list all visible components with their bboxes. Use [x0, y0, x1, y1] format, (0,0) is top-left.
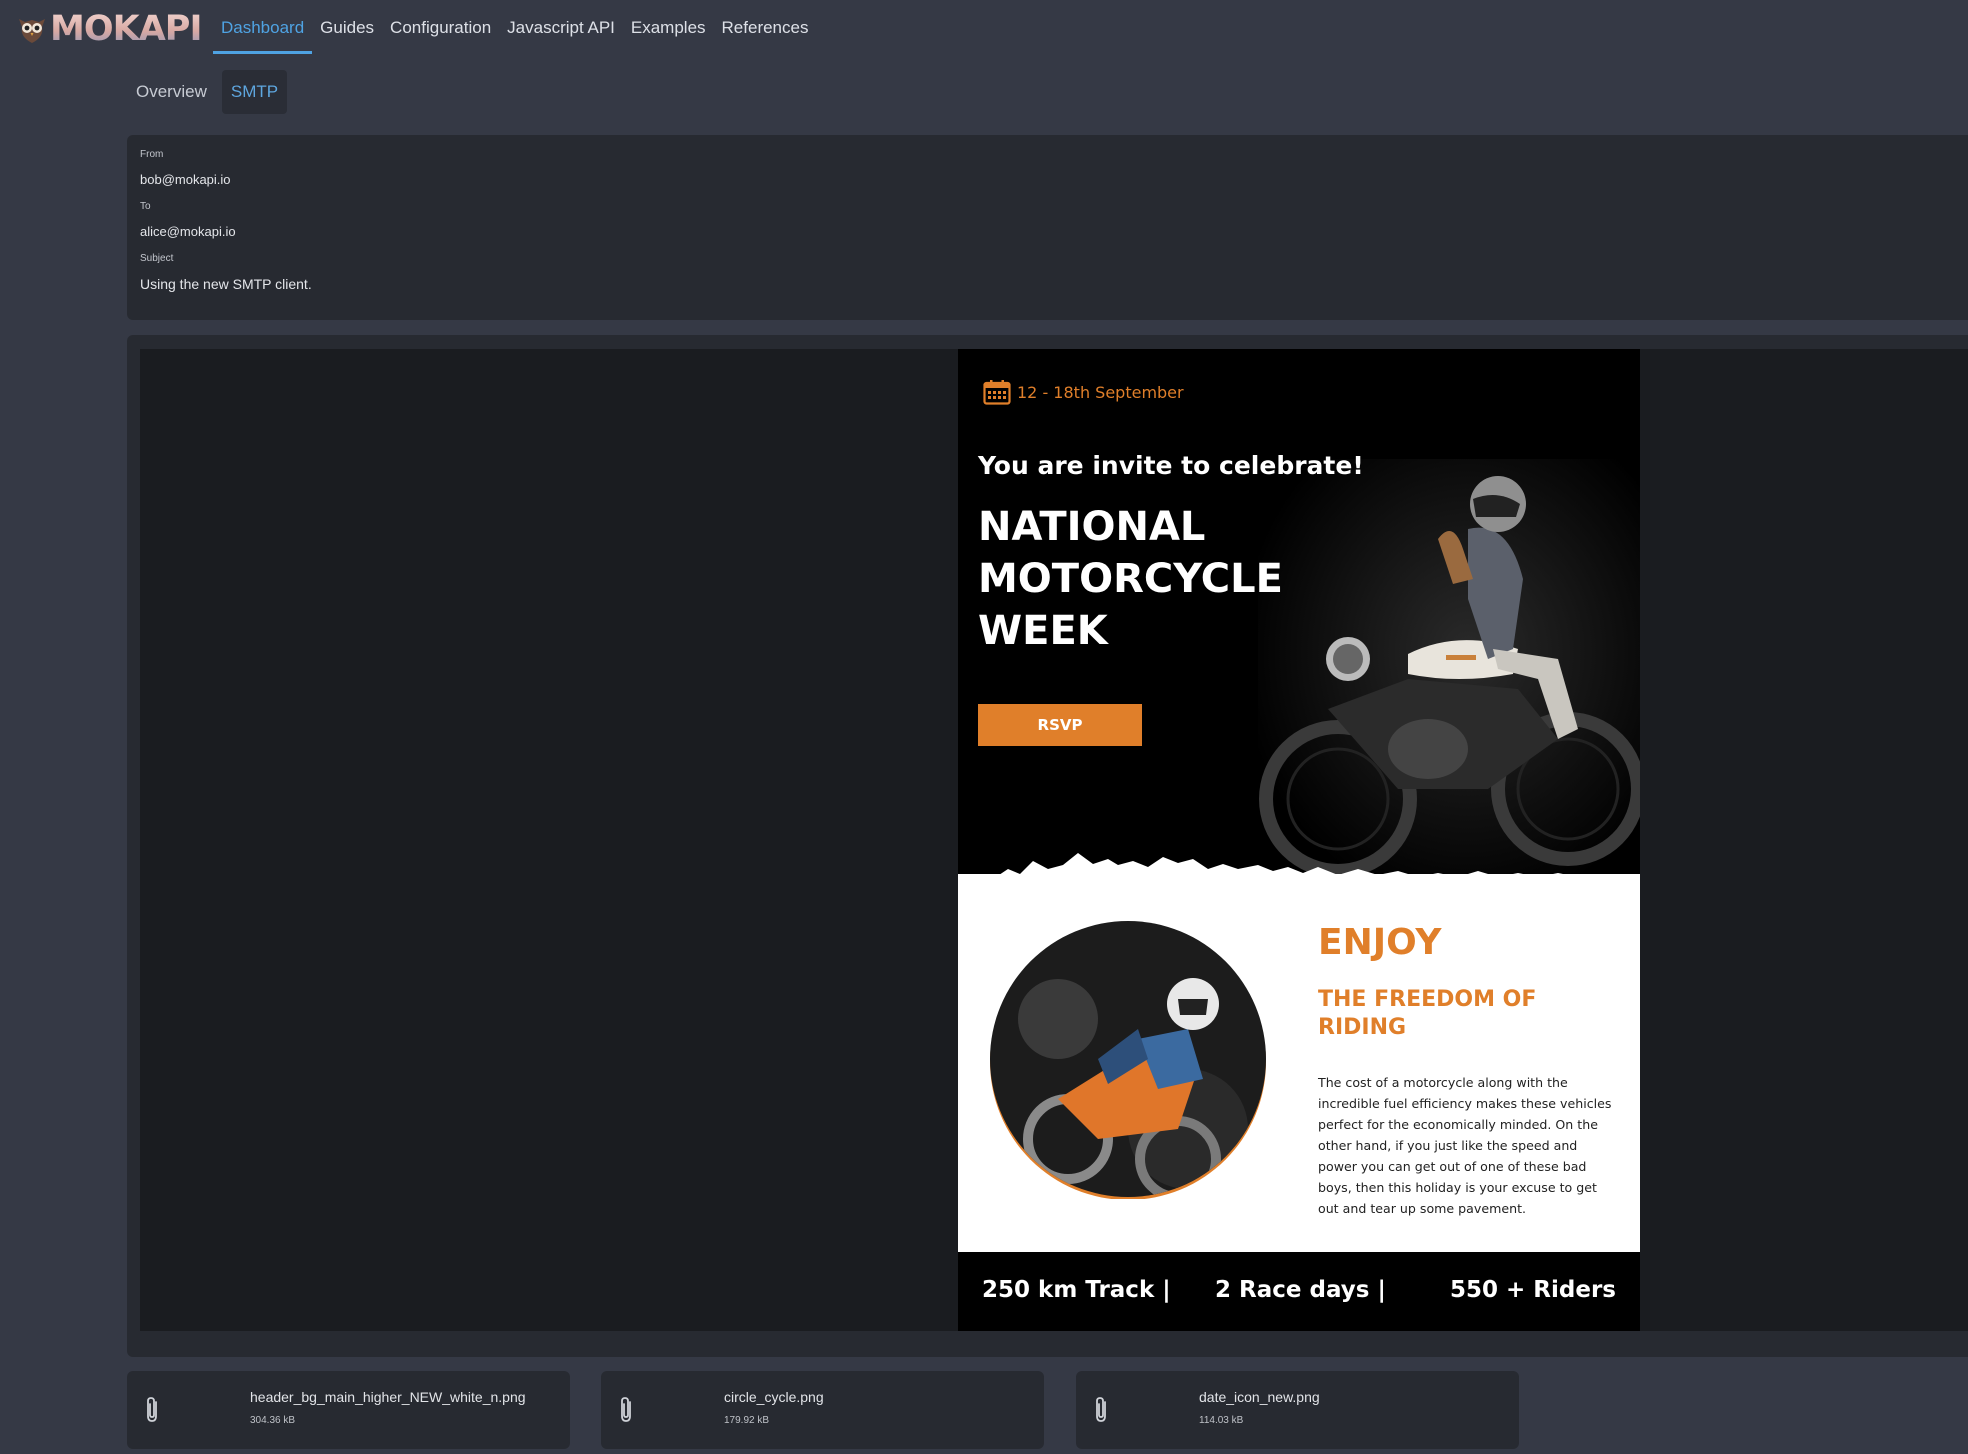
mail-body-panel: 12 - 18th September You are invite to ce…: [127, 335, 1968, 1357]
event-date: 12 - 18th September: [983, 379, 1184, 405]
nav-references[interactable]: References: [714, 0, 817, 54]
from-value: bob@mokapi.io: [140, 172, 231, 187]
attachment-size: 304.36 kB: [250, 1415, 296, 1426]
invite-heading: You are invite to celebrate!: [978, 451, 1364, 480]
to-value: alice@mokapi.io: [140, 224, 236, 239]
event-title-line: NATIONAL: [978, 504, 1206, 550]
mail-headers-panel: From bob@mokapi.io To alice@mokapi.io Su…: [127, 135, 1968, 320]
enjoy-heading: ENJOY: [1318, 922, 1442, 963]
paperclip-icon: [621, 1397, 631, 1422]
stat-race-days: 2 Race days |: [1215, 1277, 1386, 1303]
nav-dashboard[interactable]: Dashboard: [213, 0, 313, 54]
attachment-size: 179.92 kB: [724, 1415, 770, 1426]
tab-smtp[interactable]: SMTP: [221, 70, 288, 114]
paperclip-icon: [147, 1397, 157, 1422]
sub-nav: Overview SMTP: [127, 70, 288, 114]
event-date-text: 12 - 18th September: [1017, 382, 1184, 402]
motorcycle-rider-image: [1258, 459, 1640, 889]
event-title-line: WEEK: [978, 608, 1108, 654]
subject-label: Subject: [140, 253, 174, 264]
feature-description: The cost of a motorcycle along with the …: [1318, 1075, 1612, 1216]
stats-bar: 250 km Track | 2 Race days | 550 + Rider…: [958, 1252, 1640, 1331]
html-email: 12 - 18th September You are invite to ce…: [958, 349, 1640, 1331]
paperclip-icon: [1096, 1397, 1106, 1422]
tab-overview[interactable]: Overview: [127, 70, 216, 114]
freedom-subheading: THE FREEDOM OF RIDING: [1318, 987, 1537, 1040]
owl-logo-icon: [19, 19, 45, 43]
attachment-size: 114.03 kB: [1199, 1415, 1244, 1426]
attachment-card[interactable]: header_bg_main_higher_NEW_white_n.png 30…: [127, 1371, 570, 1449]
attachment-name: date_icon_new.png: [1199, 1389, 1320, 1405]
attachment-card[interactable]: date_icon_new.png 114.03 kB: [1076, 1371, 1519, 1449]
top-navbar: MOKAPI Dashboard Guides Configuration Ja…: [0, 0, 1968, 56]
calendar-icon: [983, 380, 1011, 405]
email-hero: 12 - 18th September You are invite to ce…: [958, 349, 1640, 889]
from-label: From: [140, 149, 164, 160]
mokapi-logo[interactable]: MOKAPI: [16, 9, 202, 49]
logo-text: MOKAPI: [50, 9, 202, 49]
attachment-name: header_bg_main_higher_NEW_white_n.png: [250, 1389, 526, 1405]
mail-body-frame[interactable]: 12 - 18th September You are invite to ce…: [140, 349, 1968, 1331]
nav-examples[interactable]: Examples: [623, 0, 714, 54]
to-label: To: [140, 201, 151, 212]
stat-track: 250 km Track |: [982, 1277, 1171, 1303]
nav-configuration[interactable]: Configuration: [382, 0, 499, 54]
attachment-name: circle_cycle.png: [724, 1389, 824, 1405]
attachment-card[interactable]: circle_cycle.png 179.92 kB: [601, 1371, 1044, 1449]
stat-riders: 550 + Riders: [1450, 1277, 1616, 1303]
main-nav: Dashboard Guides Configuration Javascrip…: [213, 0, 816, 54]
email-feature-section: ENJOY THE FREEDOM OF RIDING The cost of …: [958, 874, 1640, 1252]
subject-value: Using the new SMTP client.: [140, 276, 312, 292]
event-title: NATIONAL MOTORCYCLE WEEK: [978, 501, 1298, 657]
rsvp-button[interactable]: RSVP: [978, 704, 1142, 746]
circle-cycle-image: [990, 921, 1266, 1199]
nav-javascript-api[interactable]: Javascript API: [499, 0, 623, 54]
event-title-line: MOTORCYCLE: [978, 556, 1283, 602]
nav-guides[interactable]: Guides: [312, 0, 382, 54]
